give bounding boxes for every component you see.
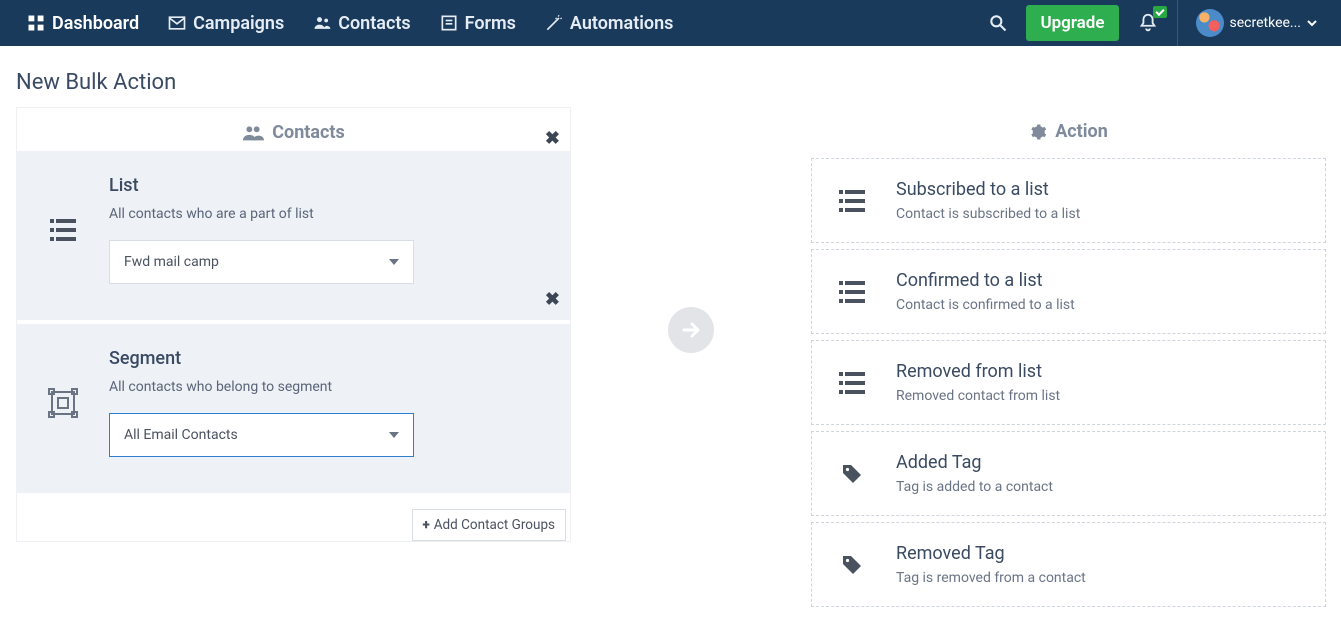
remove-list-card-icon[interactable]: ✖ [545, 289, 560, 310]
page-title: New Bulk Action [16, 70, 1325, 95]
notification-badge [1153, 6, 1167, 18]
contacts-header-label: Contacts [272, 122, 344, 143]
action-title: Confirmed to a list [896, 270, 1075, 291]
upgrade-button[interactable]: Upgrade [1026, 5, 1118, 41]
user-menu[interactable]: secretkee... [1184, 0, 1329, 46]
list-select[interactable]: Fwd mail camp [109, 240, 414, 284]
nav-automations-label: Automations [570, 13, 674, 34]
form-icon [439, 13, 459, 33]
contacts-icon [242, 124, 264, 142]
action-removed-tag[interactable]: Removed Tag Tag is removed from a contac… [811, 522, 1326, 607]
action-desc: Removed contact from list [896, 388, 1060, 404]
segment-icon [41, 348, 85, 418]
top-nav: Dashboard Campaigns Contacts Forms Autom… [0, 0, 1341, 46]
action-desc: Contact is confirmed to a list [896, 297, 1075, 313]
tag-icon [836, 553, 868, 577]
arrow-right-icon [679, 318, 703, 342]
action-title: Removed from list [896, 361, 1060, 382]
search-button[interactable] [976, 0, 1020, 46]
list-icon [836, 372, 868, 394]
plus-icon: + [423, 517, 430, 533]
people-icon [312, 13, 332, 33]
contact-card-list: List All contacts who are a part of list… [17, 151, 570, 320]
nav-contacts[interactable]: Contacts [298, 0, 424, 46]
action-subscribed-to-list[interactable]: Subscribed to a list Contact is subscrib… [811, 158, 1326, 243]
action-title: Removed Tag [896, 543, 1086, 564]
add-contact-groups-button[interactable]: + Add Contact Groups [412, 509, 566, 541]
nav-contacts-label: Contacts [338, 13, 410, 34]
chevron-down-icon [1307, 18, 1317, 28]
action-desc: Contact is subscribed to a list [896, 206, 1080, 222]
close-contacts-icon[interactable]: ✖ [545, 130, 560, 148]
avatar-icon [1196, 9, 1224, 37]
list-select-value: Fwd mail camp [124, 254, 219, 270]
list-icon [836, 190, 868, 212]
list-icon [41, 175, 85, 245]
nav-dashboard[interactable]: Dashboard [12, 0, 153, 46]
action-confirmed-to-list[interactable]: Confirmed to a list Contact is confirmed… [811, 249, 1326, 334]
nav-dashboard-label: Dashboard [52, 13, 139, 34]
username-label: secretkee... [1230, 15, 1301, 31]
gear-icon [1029, 123, 1047, 141]
contact-card-segment: Segment All contacts who belong to segme… [17, 324, 570, 493]
separator [1177, 0, 1178, 46]
notifications-button[interactable] [1125, 0, 1171, 46]
search-icon [988, 13, 1008, 33]
chevron-down-icon [389, 259, 399, 265]
action-title: Subscribed to a list [896, 179, 1080, 200]
list-icon [836, 281, 868, 303]
action-panel: Action Subscribed to a list Contact is s… [811, 107, 1326, 613]
nav-campaigns-label: Campaigns [193, 13, 284, 34]
action-removed-from-list[interactable]: Removed from list Removed contact from l… [811, 340, 1326, 425]
list-card-desc: All contacts who are a part of list [109, 206, 546, 222]
nav-campaigns[interactable]: Campaigns [153, 0, 298, 46]
upgrade-label: Upgrade [1040, 13, 1104, 33]
segment-select[interactable]: All Email Contacts [109, 413, 414, 457]
list-card-title: List [109, 175, 546, 196]
segment-card-title: Segment [109, 348, 546, 369]
segment-card-desc: All contacts who belong to segment [109, 379, 546, 395]
nav-automations[interactable]: Automations [530, 0, 688, 46]
tag-icon [836, 462, 868, 486]
action-title: Added Tag [896, 452, 1053, 473]
action-added-tag[interactable]: Added Tag Tag is added to a contact [811, 431, 1326, 516]
action-desc: Tag is added to a contact [896, 479, 1053, 495]
contacts-panel: Contacts ✖ List All contacts who are a p… [16, 107, 571, 542]
wand-icon [544, 13, 564, 33]
dashboard-icon [26, 13, 46, 33]
action-header-label: Action [1055, 121, 1108, 142]
flow-arrow [571, 107, 811, 353]
segment-select-value: All Email Contacts [124, 427, 238, 443]
nav-forms[interactable]: Forms [425, 0, 530, 46]
add-contact-groups-label: Add Contact Groups [434, 517, 555, 533]
envelope-icon [167, 13, 187, 33]
nav-forms-label: Forms [465, 13, 516, 34]
chevron-down-icon [389, 432, 399, 438]
action-desc: Tag is removed from a contact [896, 570, 1086, 586]
